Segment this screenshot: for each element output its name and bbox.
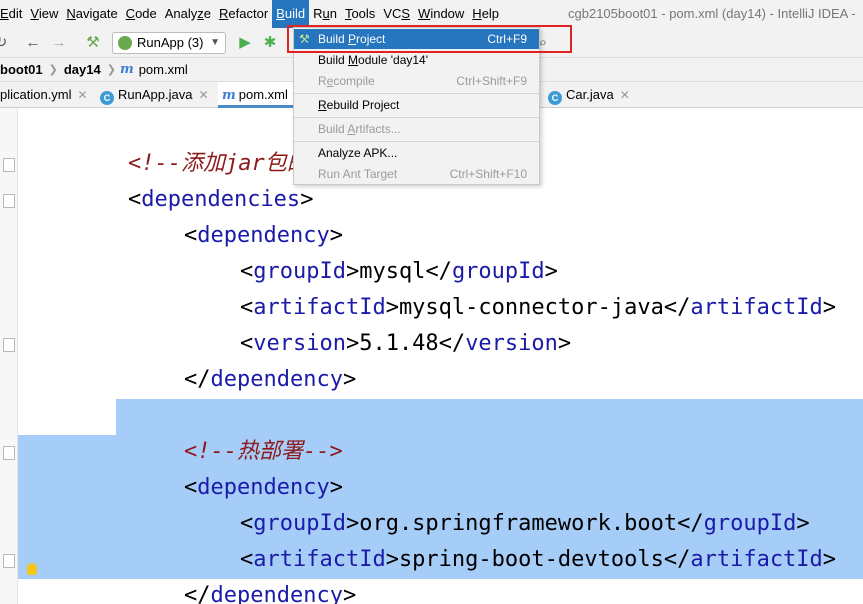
maven-icon: m: [119, 62, 134, 77]
debug-bug-icon[interactable]: ✱: [261, 34, 279, 52]
code-line: <artifactId>mysql-connector-java</artifa…: [239, 295, 837, 320]
callout-highlight-box: [287, 25, 572, 53]
run-configuration-selector[interactable]: RunApp (3) ▼: [112, 32, 226, 54]
menu-item-analyze-apk[interactable]: Analyze APK...: [294, 143, 539, 163]
menu-help[interactable]: Help: [468, 0, 503, 28]
forward-arrow-icon[interactable]: →: [50, 34, 68, 52]
menu-item-build-artifacts: Build Artifacts...: [318, 122, 401, 136]
menu-item-recompile: Recompile Ctrl+Shift+F9: [318, 74, 527, 88]
lightbulb-icon[interactable]: [27, 563, 37, 575]
spring-boot-icon: [118, 36, 132, 50]
menu-item-build-module[interactable]: Build Module 'day14': [294, 50, 539, 70]
code-line: <dependency>: [183, 223, 343, 248]
menu-window[interactable]: Window: [414, 0, 468, 28]
run-play-icon[interactable]: ▶: [236, 34, 254, 52]
chevron-down-icon: ▼: [210, 37, 220, 48]
tab-pom-xml[interactable]: m pom.xml: [218, 82, 294, 108]
fold-marker-icon[interactable]: [3, 446, 15, 460]
breadcrumb-file[interactable]: pom.xml: [137, 62, 190, 77]
menu-separator: [294, 93, 539, 94]
menu-refactor[interactable]: Refactor: [215, 0, 272, 28]
code-line: </dependency>: [183, 583, 357, 604]
menu-run[interactable]: Run: [309, 0, 341, 28]
menu-vcs[interactable]: VCS: [379, 0, 414, 28]
code-line: </dependency>: [183, 367, 357, 392]
build-hammer-icon[interactable]: ⚒: [84, 34, 102, 52]
menu-build[interactable]: Build: [272, 0, 310, 28]
sync-icon[interactable]: ↻: [0, 34, 10, 52]
breadcrumb-project[interactable]: boot01: [0, 62, 45, 77]
maven-icon: m: [222, 88, 236, 103]
window-title: cgb2105boot01 - pom.xml (day14) - Intell…: [568, 6, 856, 21]
menu-navigate[interactable]: Navigate: [62, 0, 121, 28]
breadcrumb-module[interactable]: day14: [62, 62, 103, 77]
fold-marker-icon[interactable]: [3, 194, 15, 208]
class-icon: C: [548, 91, 562, 105]
fold-marker-icon[interactable]: [3, 554, 15, 568]
code-line: <groupId>org.springframework.boot</group…: [239, 511, 810, 536]
menu-bar: Edit View Navigate Code Analyze Refactor…: [0, 0, 863, 28]
back-arrow-icon[interactable]: ←: [24, 34, 42, 52]
close-icon[interactable]: ✕: [198, 88, 208, 102]
menu-code[interactable]: Code: [122, 0, 161, 28]
close-icon[interactable]: ✕: [78, 88, 88, 102]
fold-marker-icon[interactable]: [3, 158, 15, 172]
chevron-right-icon: ❯: [48, 64, 58, 76]
menu-item-rebuild-project[interactable]: Rebuild Project: [294, 95, 539, 115]
tab-car-java[interactable]: C Car.java ✕: [548, 82, 638, 108]
menu-analyze[interactable]: Analyze: [161, 0, 215, 28]
close-icon[interactable]: ✕: [620, 88, 630, 102]
menu-separator: [294, 141, 539, 142]
fold-marker-icon[interactable]: [3, 338, 15, 352]
code-line: <groupId>mysql</groupId>: [239, 259, 558, 284]
menu-separator: [294, 117, 539, 118]
class-icon: C: [100, 91, 114, 105]
code-line: <artifactId>spring-boot-devtools</artifa…: [239, 547, 837, 572]
code-line: <version>5.1.48</version>: [239, 331, 572, 356]
editor-gutter: [0, 108, 18, 604]
menu-item-run-ant-target: Run Ant Target Ctrl+Shift+F10: [318, 167, 527, 181]
code-line: <dependency>: [183, 475, 343, 500]
menu-tools[interactable]: Tools: [341, 0, 379, 28]
menu-view[interactable]: View: [26, 0, 62, 28]
code-line: <!--热部署-->: [183, 439, 343, 464]
tab-application-yml[interactable]: plication.yml ✕: [0, 82, 90, 108]
code-line: <dependencies>: [127, 187, 314, 212]
chevron-right-icon: ❯: [106, 64, 116, 76]
menu-edit[interactable]: Edit: [0, 0, 26, 28]
tab-runapp-java[interactable]: C RunApp.java ✕: [100, 82, 212, 108]
